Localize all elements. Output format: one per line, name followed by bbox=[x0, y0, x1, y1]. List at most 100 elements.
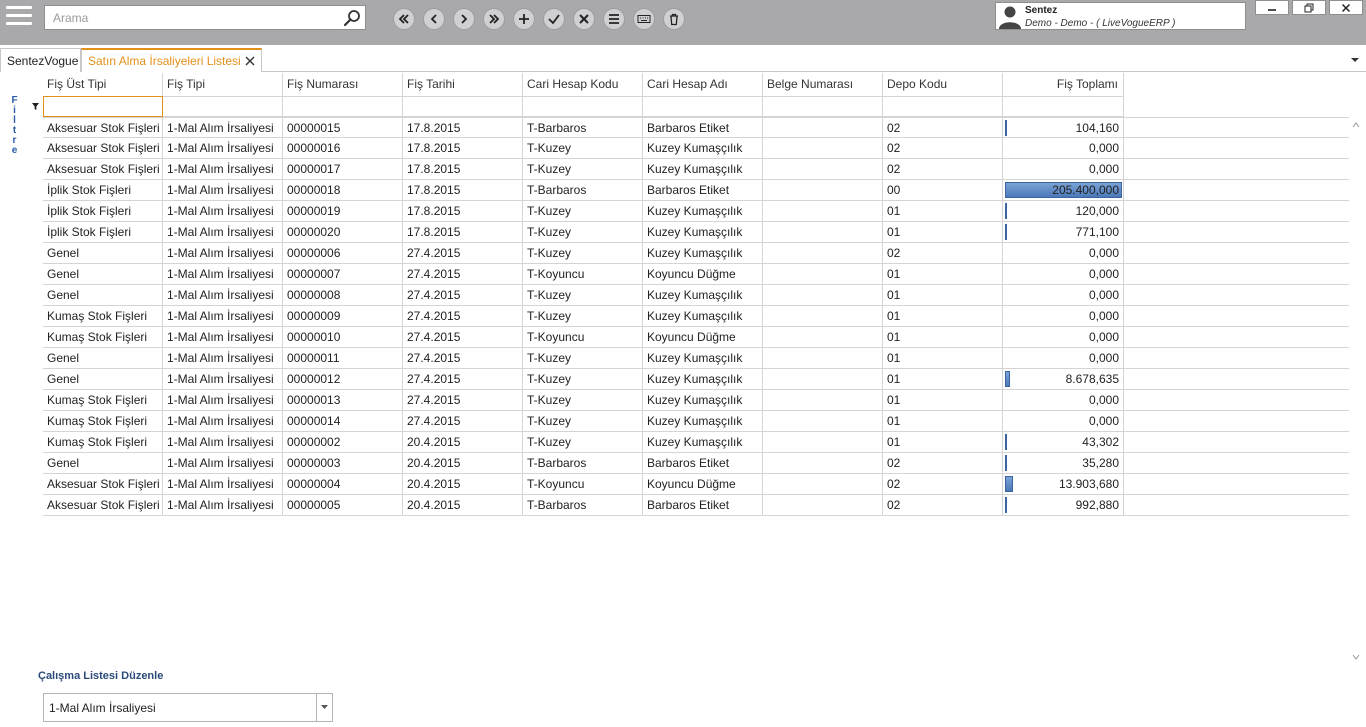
save-button[interactable] bbox=[543, 8, 565, 30]
cell-fis-numarasi: 00000013 bbox=[283, 390, 403, 410]
value-bar bbox=[1005, 224, 1007, 240]
table-row[interactable]: Kumaş Stok Fişleri 1-Mal Alım İrsaliyesi 0… bbox=[43, 306, 1349, 327]
dropdown-button[interactable] bbox=[316, 694, 332, 721]
next-record-button[interactable] bbox=[453, 8, 475, 30]
search-icon[interactable] bbox=[343, 9, 361, 27]
cell-fis-numarasi: 00000015 bbox=[283, 118, 403, 138]
tab-sentezvogue[interactable]: SentezVogue bbox=[0, 48, 81, 72]
column-header-cari-hesap-kodu[interactable]: Cari Hesap Kodu bbox=[523, 73, 643, 96]
last-record-button[interactable] bbox=[483, 8, 505, 30]
column-header-fis-tarihi[interactable]: Fiş Tarihi bbox=[403, 73, 523, 96]
cell-fis-tipi: 1-Mal Alım İrsaliyesi bbox=[163, 222, 283, 242]
restore-icon bbox=[1304, 3, 1314, 12]
filter-cell-fis-ust-tipi[interactable] bbox=[43, 96, 163, 117]
table-row[interactable]: Genel 1-Mal Alım İrsaliyesi 00000012 27.4.2… bbox=[43, 369, 1349, 390]
filter-cell-fis-tarihi[interactable] bbox=[403, 96, 523, 117]
table-row[interactable]: Aksesuar Stok Fişleri 1-Mal Alım İrsaliye… bbox=[43, 159, 1349, 180]
work-list-select[interactable]: 1-Mal Alım İrsaliyesi bbox=[43, 693, 333, 722]
column-header-fis-numarasi[interactable]: Fiş Numarası bbox=[283, 73, 403, 96]
add-button[interactable] bbox=[513, 8, 535, 30]
cell-fis-tipi: 1-Mal Alım İrsaliyesi bbox=[163, 180, 283, 200]
minimize-button[interactable] bbox=[1255, 0, 1289, 15]
cell-filler bbox=[1124, 285, 1349, 305]
filter-cell-fis-toplami[interactable] bbox=[1003, 96, 1124, 117]
delete-button[interactable] bbox=[663, 8, 685, 30]
filter-cell-cari-hesap-adi[interactable] bbox=[643, 96, 763, 117]
cell-cari-hesap-adi: Barbaros Etiket bbox=[643, 180, 763, 200]
cell-fis-tarihi: 20.4.2015 bbox=[403, 495, 523, 515]
trash-icon bbox=[670, 13, 678, 26]
search-input[interactable] bbox=[45, 6, 335, 29]
chevron-left-icon bbox=[430, 14, 437, 24]
table-row[interactable]: Genel 1-Mal Alım İrsaliyesi 00000011 27.4.2… bbox=[43, 348, 1349, 369]
cell-belge-numarasi bbox=[763, 390, 883, 410]
cell-filler bbox=[1124, 432, 1349, 452]
cell-filler bbox=[1124, 474, 1349, 494]
table-row[interactable]: Genel 1-Mal Alım İrsaliyesi 00000006 27.4.2… bbox=[43, 243, 1349, 264]
cell-belge-numarasi bbox=[763, 432, 883, 452]
table-row[interactable]: Aksesuar Stok Fişleri 1-Mal Alım İrsaliye… bbox=[43, 138, 1349, 159]
cell-fis-tarihi: 17.8.2015 bbox=[403, 138, 523, 158]
table-row[interactable]: Kumaş Stok Fişleri 1-Mal Alım İrsaliyesi 0… bbox=[43, 390, 1349, 411]
cell-filler bbox=[1124, 348, 1349, 368]
close-tab-icon[interactable] bbox=[245, 56, 255, 66]
hamburger-menu-icon[interactable] bbox=[6, 6, 32, 30]
list-button[interactable] bbox=[603, 8, 625, 30]
column-header-fis-tipi[interactable]: Fiş Tipi bbox=[163, 73, 283, 96]
cell-cari-hesap-adi: Kuzey Kumaşçılık bbox=[643, 138, 763, 158]
table-row[interactable]: İplik Stok Fişleri 1-Mal Alım İrsaliyesi 0… bbox=[43, 222, 1349, 243]
column-header-fis-ust-tipi[interactable]: Fiş Üst Tipi bbox=[43, 73, 163, 96]
table-row[interactable]: Genel 1-Mal Alım İrsaliyesi 00000003 20.4.2… bbox=[43, 453, 1349, 474]
cell-filler bbox=[1124, 180, 1349, 200]
table-row[interactable]: Kumaş Stok Fişleri 1-Mal Alım İrsaliyesi 0… bbox=[43, 432, 1349, 453]
scroll-up-icon[interactable] bbox=[1352, 122, 1360, 128]
cell-cari-hesap-adi: Barbaros Etiket bbox=[643, 118, 763, 138]
filter-cell-cari-hesap-kodu[interactable] bbox=[523, 96, 643, 117]
table-row[interactable]: Genel 1-Mal Alım İrsaliyesi 00000007 27.4.2… bbox=[43, 264, 1349, 285]
vertical-scrollbar[interactable] bbox=[1350, 118, 1362, 664]
cell-fis-ust-tipi: Kumaş Stok Fişleri bbox=[43, 306, 163, 326]
cell-cari-hesap-kodu: T-Kuzey bbox=[523, 306, 643, 326]
cell-value: 992,880 bbox=[1075, 498, 1119, 512]
cell-cari-hesap-kodu: T-Barbaros bbox=[523, 453, 643, 473]
cell-filler bbox=[1124, 243, 1349, 263]
table-row[interactable]: Kumaş Stok Fişleri 1-Mal Alım İrsaliyesi 0… bbox=[43, 411, 1349, 432]
first-record-button[interactable] bbox=[393, 8, 415, 30]
column-header-depo-kodu[interactable]: Depo Kodu bbox=[883, 73, 1003, 96]
cell-fis-numarasi: 00000004 bbox=[283, 474, 403, 494]
tab-list-dropdown-icon[interactable] bbox=[1350, 56, 1360, 64]
filter-cell-belge-numarasi[interactable] bbox=[763, 96, 883, 117]
keyboard-button[interactable] bbox=[633, 8, 655, 30]
prev-record-button[interactable] bbox=[423, 8, 445, 30]
cell-filler bbox=[1124, 495, 1349, 515]
cell-cari-hesap-adi: Kuzey Kumaşçılık bbox=[643, 432, 763, 452]
restore-button[interactable] bbox=[1292, 0, 1326, 15]
table-row[interactable]: Aksesuar Stok Fişleri 1-Mal Alım İrsaliye… bbox=[43, 474, 1349, 495]
cell-fis-numarasi: 00000007 bbox=[283, 264, 403, 284]
filter-cell-fis-numarasi[interactable] bbox=[283, 96, 403, 117]
cancel-button[interactable] bbox=[573, 8, 595, 30]
cell-fis-toplami: 0,000 bbox=[1003, 264, 1124, 284]
cell-fis-tarihi: 27.4.2015 bbox=[403, 264, 523, 284]
column-header-fis-toplami[interactable]: Fiş Toplamı bbox=[1003, 73, 1124, 96]
tab-satin-alma-irsaliyeleri[interactable]: Satın Alma İrsaliyeleri Listesi bbox=[81, 48, 262, 72]
filter-cell-fis-tipi[interactable] bbox=[163, 96, 283, 117]
cell-cari-hesap-kodu: T-Kuzey bbox=[523, 222, 643, 242]
table-row[interactable]: Aksesuar Stok Fişleri 1-Mal Alım İrsaliye… bbox=[43, 117, 1349, 138]
column-header-belge-numarasi[interactable]: Belge Numarası bbox=[763, 73, 883, 96]
cell-value: 0,000 bbox=[1088, 330, 1119, 344]
table-row[interactable]: İplik Stok Fişleri 1-Mal Alım İrsaliyesi 0… bbox=[43, 180, 1349, 201]
table-row[interactable]: Genel 1-Mal Alım İrsaliyesi 00000008 27.4.2… bbox=[43, 285, 1349, 306]
x-icon bbox=[579, 14, 589, 24]
filter-funnel-icon[interactable] bbox=[28, 96, 43, 117]
table-row[interactable]: Kumaş Stok Fişleri 1-Mal Alım İrsaliyesi 0… bbox=[43, 327, 1349, 348]
filter-cell-depo-kodu[interactable] bbox=[883, 96, 1003, 117]
table-row[interactable]: Aksesuar Stok Fişleri 1-Mal Alım İrsaliye… bbox=[43, 495, 1349, 516]
close-window-button[interactable] bbox=[1329, 0, 1363, 15]
filter-panel-toggle[interactable]: Filtre bbox=[8, 96, 22, 156]
table-row[interactable]: İplik Stok Fişleri 1-Mal Alım İrsaliyesi 0… bbox=[43, 201, 1349, 222]
scroll-down-icon[interactable] bbox=[1352, 654, 1360, 660]
column-header-cari-hesap-adi[interactable]: Cari Hesap Adı bbox=[643, 73, 763, 96]
cell-belge-numarasi bbox=[763, 138, 883, 158]
cell-fis-toplami: 0,000 bbox=[1003, 243, 1124, 263]
